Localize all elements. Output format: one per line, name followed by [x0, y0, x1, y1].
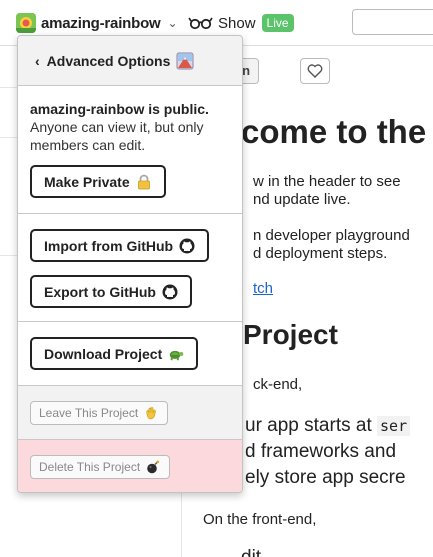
- delete-project-button[interactable]: Delete This Project: [30, 455, 171, 479]
- import-from-github-button[interactable]: Import from GitHub: [30, 229, 210, 262]
- playground-line-1: n developer playground: [253, 227, 410, 244]
- sunglasses-icon: [188, 16, 214, 30]
- backend-label: ck-end,: [253, 376, 303, 393]
- like-button[interactable]: [300, 58, 330, 84]
- github-section: Import from GitHub Export to GitHub: [18, 214, 242, 322]
- project-heading: Project: [243, 319, 338, 350]
- delete-section: Delete This Project: [18, 440, 242, 492]
- server-code: ser: [377, 416, 411, 436]
- visibility-title: amazing-rainbow is public.: [30, 101, 209, 117]
- welcome-heading: come to the: [241, 113, 427, 150]
- chevron-left-icon: ‹: [35, 52, 40, 69]
- advanced-options-popover: ‹ Advanced Options amazing-rainbow is pu…: [17, 35, 243, 493]
- mountain-picture-icon: [176, 52, 194, 70]
- show-button[interactable]: Show Live: [188, 12, 294, 34]
- intro-line-1: w in the header to see: [253, 173, 401, 190]
- live-badge: Live: [261, 14, 294, 32]
- github-icon: [162, 284, 178, 300]
- app-start-line: ur app starts at ser: [245, 415, 411, 437]
- project-name: amazing-rainbow: [41, 14, 161, 32]
- frameworks-line: d frameworks and: [245, 441, 397, 462]
- visibility-section: amazing-rainbow is public. Anyone can vi…: [18, 86, 242, 214]
- frontend-label: On the front-end,: [203, 511, 317, 528]
- visibility-info: amazing-rainbow is public. Anyone can vi…: [18, 86, 242, 154]
- popover-back-header[interactable]: ‹ Advanced Options: [18, 36, 242, 86]
- export-github-label: Export to GitHub: [44, 283, 156, 300]
- visibility-description: Anyone can view it, but only members can…: [30, 119, 204, 153]
- search-input[interactable]: [352, 9, 433, 35]
- leave-project-button[interactable]: Leave This Project: [30, 401, 169, 425]
- bomb-icon: [145, 459, 161, 475]
- secrets-line: ely store app secre: [245, 467, 406, 488]
- popover-title: Advanced Options: [46, 52, 171, 69]
- show-label: Show: [218, 14, 256, 32]
- download-project-label: Download Project: [44, 345, 163, 362]
- export-to-github-button[interactable]: Export to GitHub: [30, 275, 192, 308]
- playground-line-2: d deployment steps.: [253, 245, 388, 262]
- heart-icon: [307, 64, 323, 78]
- leave-project-label: Leave This Project: [39, 406, 139, 420]
- download-project-button[interactable]: Download Project: [30, 337, 199, 370]
- project-menu-button[interactable]: amazing-rainbow ⌄: [16, 11, 178, 35]
- import-github-label: Import from GitHub: [44, 237, 174, 254]
- project-avatar: [16, 13, 36, 33]
- leave-section: Leave This Project: [18, 386, 242, 440]
- bottom-partial-line: dit: [241, 547, 261, 557]
- waving-hand-icon: [143, 405, 159, 421]
- chevron-down-icon: ⌄: [167, 16, 178, 30]
- download-section: Download Project: [18, 322, 242, 386]
- turtle-icon: [168, 346, 184, 362]
- make-private-label: Make Private: [44, 173, 130, 190]
- watch-link[interactable]: tch: [253, 280, 273, 297]
- app-start-text: ur app starts at: [245, 415, 378, 436]
- delete-project-label: Delete This Project: [39, 460, 141, 474]
- make-private-button[interactable]: Make Private: [30, 165, 166, 198]
- intro-line-2: nd update live.: [253, 191, 351, 208]
- github-icon: [179, 238, 195, 254]
- lock-icon: [136, 174, 152, 190]
